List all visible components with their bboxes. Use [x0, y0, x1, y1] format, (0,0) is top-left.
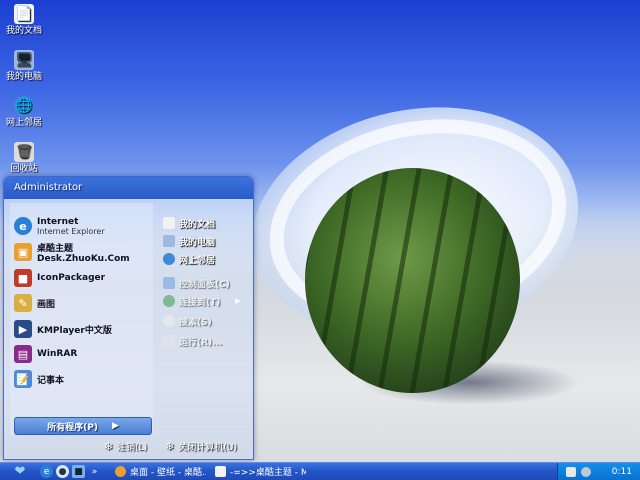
system-tray: 0:11: [556, 462, 640, 480]
start-item-label: WinRAR: [37, 349, 78, 359]
wallpaper-watermelon: [305, 168, 520, 393]
kmplayer-icon: ▶: [14, 320, 32, 338]
start-place-label: 我的电脑: [179, 237, 216, 248]
start-item-zhuoku[interactable]: ▣ 桌酷主题Desk.ZhuoKu.Com: [14, 241, 152, 264]
run-icon: [163, 335, 175, 347]
chevron-right-icon[interactable]: »: [88, 465, 101, 478]
shutdown-button[interactable]: ❄ 关闭计算机(U): [165, 440, 237, 453]
logoff-button[interactable]: ❄ 注销(L): [104, 440, 147, 453]
start-item-label: Internet: [37, 216, 79, 227]
my-documents-icon: [163, 217, 175, 229]
start-place-my-computer[interactable]: 我的电脑: [163, 233, 215, 249]
start-place-label: 控制面板(C): [179, 279, 230, 290]
start-place-connect-to[interactable]: 连接到(T): [163, 293, 220, 309]
taskbar: ❤ e ● ■ » 桌面 - 壁纸 - 桌酷... -=>>桌酷主题 - Mi.…: [0, 462, 640, 480]
start-place-control-panel[interactable]: 控制面板(C): [163, 275, 230, 291]
start-item-kmplayer[interactable]: ▶ KMPlayer中文版: [14, 318, 152, 340]
start-place-run[interactable]: 运行(R)...: [163, 333, 222, 349]
start-item-paint[interactable]: ✎ 画图: [14, 292, 152, 314]
shutdown-icon: ❄: [165, 439, 175, 453]
browser-icon: [115, 466, 126, 477]
start-place-label: 搜索(S): [179, 317, 212, 328]
desktop-icon-recycle-bin[interactable]: 🗑 回收站: [2, 142, 46, 175]
start-place-label: 我的文档: [179, 219, 216, 230]
desktop-icon-my-computer[interactable]: 🖥 我的电脑: [2, 50, 46, 83]
volume-tray-icon[interactable]: [580, 466, 591, 477]
all-programs-label: 所有程序(P): [47, 422, 98, 433]
network-tray-icon[interactable]: [565, 466, 576, 477]
start-item-winrar[interactable]: ▤ WinRAR: [14, 343, 152, 365]
start-place-label: 连接到(T): [179, 297, 221, 308]
notepad-icon: 📝: [14, 370, 32, 388]
arrow-right-icon: ▶: [111, 421, 119, 431]
start-item-label: IconPackager: [37, 273, 106, 283]
desktop-icon-label: 我的电脑: [5, 72, 42, 82]
recycle-bin-icon: 🗑: [14, 142, 34, 162]
desktop-icon-label: 我的文档: [5, 26, 42, 36]
search-icon: [163, 315, 175, 327]
logoff-label: 注销(L): [117, 442, 148, 453]
my-computer-icon: 🖥: [14, 50, 34, 70]
document-icon: [215, 466, 226, 477]
my-documents-icon: 📄: [14, 4, 34, 24]
start-menu: Administrator e Internet Internet Explor…: [3, 176, 254, 460]
quicklaunch-ie-icon[interactable]: e: [40, 465, 53, 478]
taskbar-task-browser[interactable]: 桌面 - 壁纸 - 桌酷...: [110, 465, 206, 479]
taskbar-task-document[interactable]: -=>>桌酷主题 - Mi...: [210, 465, 306, 479]
desktop-icon-my-documents[interactable]: 📄 我的文档: [2, 4, 46, 37]
shutdown-label: 关闭计算机(U): [178, 442, 237, 453]
clock[interactable]: 0:11: [612, 467, 632, 477]
heart-start-icon: ❤: [14, 464, 26, 479]
start-place-label: 运行(R)...: [179, 337, 223, 348]
taskbar-task-label: -=>>桌酷主题 - Mi...: [230, 468, 306, 478]
connect-to-icon: [163, 295, 175, 307]
network-places-icon: 🌐: [14, 96, 34, 116]
start-place-my-documents[interactable]: 我的文档: [163, 215, 215, 231]
taskbar-task-label: 桌面 - 壁纸 - 桌酷...: [130, 468, 206, 478]
desktop-icon-network-places[interactable]: 🌐 网上邻居: [2, 96, 46, 129]
my-computer-icon: [163, 235, 175, 247]
start-place-search[interactable]: 搜索(S): [163, 313, 212, 329]
start-place-network[interactable]: 网上邻居: [163, 251, 215, 267]
quicklaunch-desktop-icon[interactable]: ■: [72, 465, 85, 478]
zhuoku-icon: ▣: [14, 243, 32, 261]
quicklaunch-media-icon[interactable]: ●: [56, 465, 69, 478]
start-menu-user: Administrator: [4, 177, 253, 199]
desktop-icon-label: 回收站: [10, 164, 38, 174]
desktop-icon-label: 网上邻居: [5, 118, 42, 128]
start-item-iconpackager[interactable]: ■ IconPackager: [14, 267, 152, 289]
start-menu-pinned-panel: e Internet Internet Explorer ▣ 桌酷主题Desk.…: [10, 203, 153, 435]
start-item-internet[interactable]: e Internet Internet Explorer: [14, 213, 152, 239]
start-item-notepad[interactable]: 📝 记事本: [14, 368, 152, 390]
start-button[interactable]: ❤: [0, 463, 40, 480]
iconpackager-icon: ■: [14, 269, 32, 287]
chevron-right-icon: ▶: [235, 297, 241, 305]
start-item-label: 记事本: [37, 375, 65, 386]
start-menu-footer: ❄ 注销(L) ❄ 关闭计算机(U): [4, 433, 253, 459]
internet-explorer-icon: e: [14, 217, 32, 235]
start-item-label: 桌酷主题Desk.ZhuoKu.Com: [37, 243, 130, 264]
winrar-icon: ▤: [14, 345, 32, 363]
start-item-label: KMPlayer中文版: [37, 325, 112, 336]
control-panel-icon: [163, 277, 175, 289]
network-places-icon: [163, 253, 175, 265]
start-place-label: 网上邻居: [179, 255, 216, 266]
start-item-sublabel: Internet Explorer: [37, 226, 105, 236]
paint-icon: ✎: [14, 294, 32, 312]
logoff-icon: ❄: [103, 439, 114, 453]
start-menu-places-panel: 我的文档 我的电脑 网上邻居 控制面板(C) 连接到(T) ▶ 搜索(S) 运行…: [159, 203, 249, 383]
start-item-label: 画图: [37, 299, 56, 310]
